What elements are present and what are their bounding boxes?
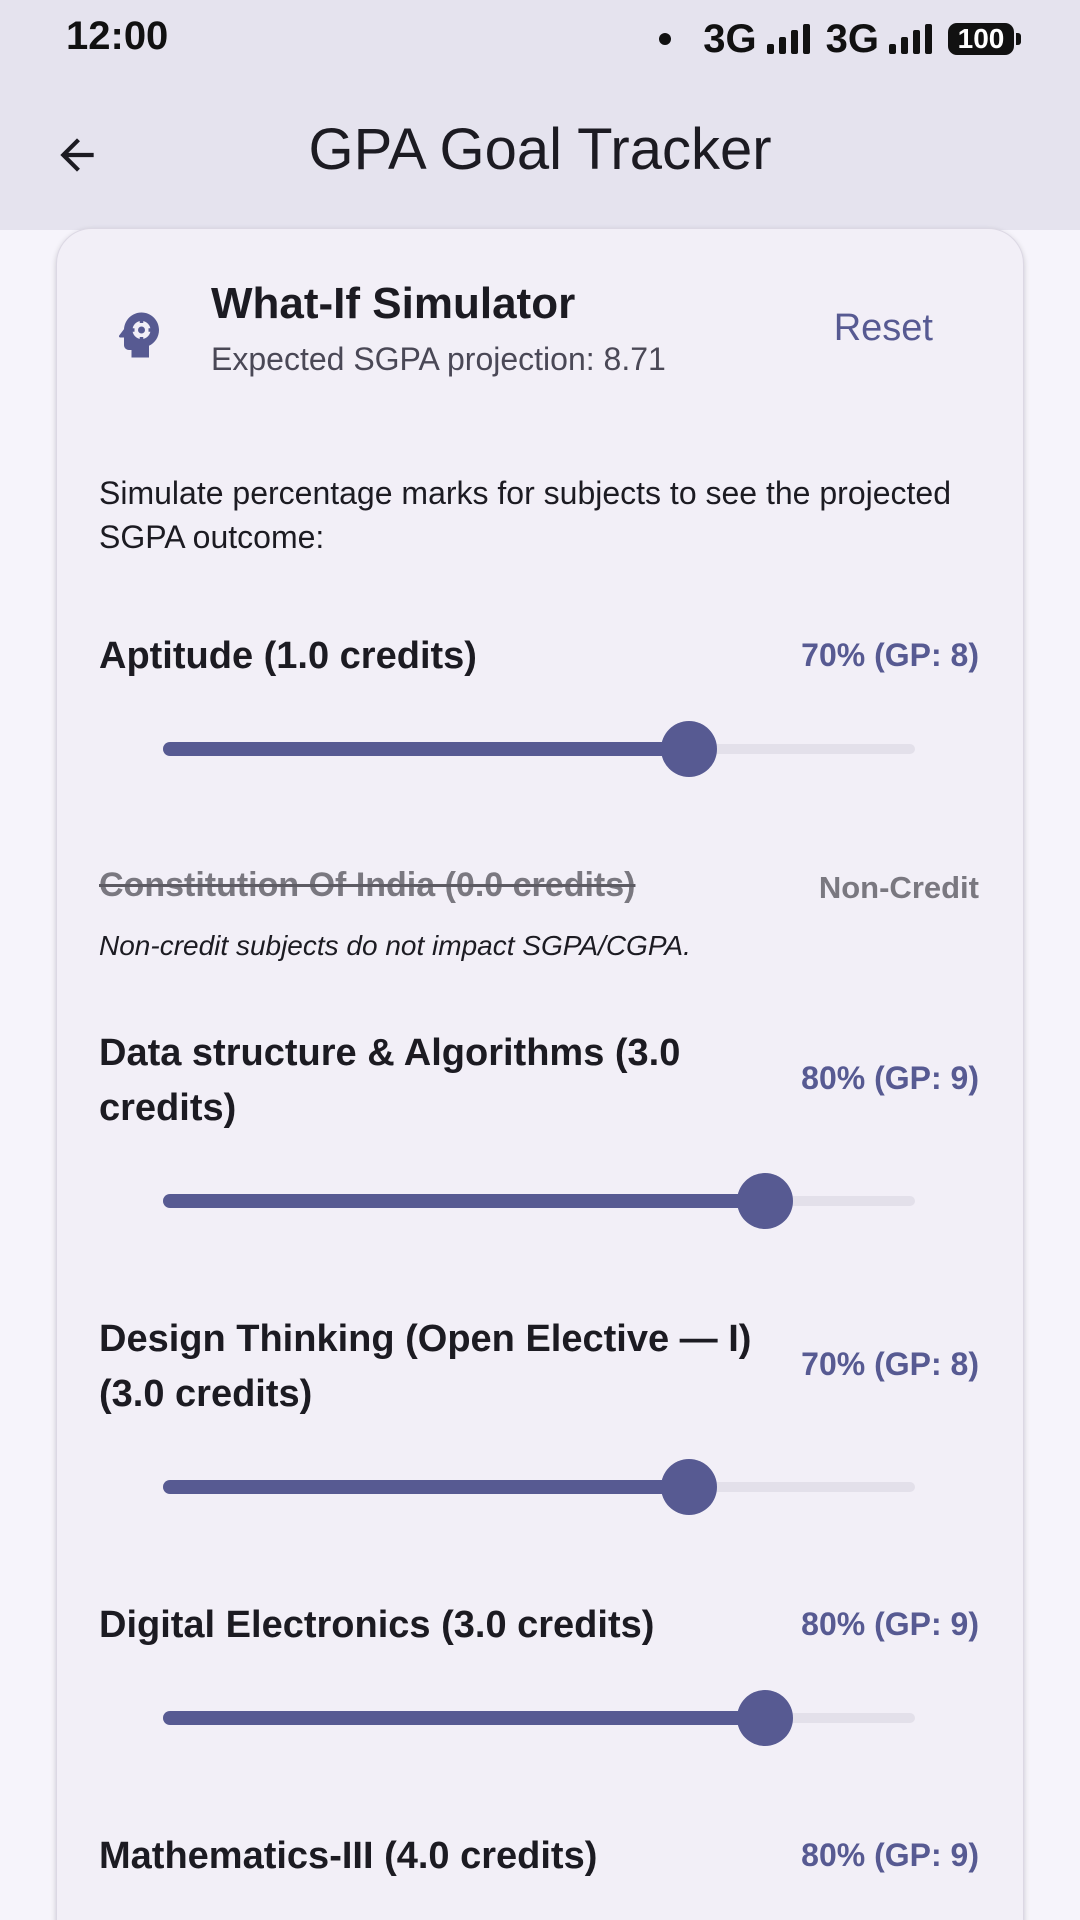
subject-name: Aptitude (1.0 credits) (99, 635, 477, 677)
slider-fill (163, 1711, 765, 1725)
status-bar: 12:00 3G 3G 100 (0, 0, 1080, 78)
marks-slider[interactable] (163, 1456, 915, 1516)
subject-value: 80% (GP: 9) (801, 1060, 979, 1096)
reset-button[interactable]: Reset (834, 307, 933, 350)
subject-name: Data structure & Algorithms (3.0 credits… (99, 1032, 681, 1129)
subject-value: 80% (GP: 9) (801, 1837, 979, 1873)
network-type-label: 3G (703, 16, 757, 61)
slider-thumb[interactable] (736, 1173, 793, 1229)
status-icons: 3G 3G 100 (659, 14, 1021, 64)
slider-fill (163, 742, 690, 756)
intro-text: Simulate percentage marks for subjects t… (99, 475, 951, 555)
sgpa-projection: Expected SGPA projection: 8.71 (211, 341, 666, 377)
slider-thumb[interactable] (661, 1459, 718, 1515)
subject-name: Mathematics-III (4.0 credits) (99, 1835, 598, 1877)
signal-icon (766, 24, 810, 54)
battery-level: 100 (957, 23, 1005, 54)
network-type-label-2: 3G (825, 16, 879, 61)
card-title: What-If Simulator (211, 279, 576, 328)
subject-name: Design Thinking (Open Elective — I) (3.0… (99, 1318, 752, 1415)
subject-name: Digital Electronics (3.0 credits) (99, 1604, 655, 1646)
head-gear-icon (118, 312, 159, 358)
what-if-simulator-card: What-If Simulator Expected SGPA projecti… (56, 228, 1024, 1920)
subject-value: 80% (GP: 9) (801, 1606, 979, 1642)
battery-icon: 100 (948, 23, 1021, 55)
marks-slider[interactable] (163, 1170, 915, 1230)
slider-fill (163, 1194, 765, 1208)
marks-slider[interactable] (163, 718, 915, 778)
non-credit-note: Non-credit subjects do not impact SGPA/C… (99, 930, 691, 961)
slider-fill (163, 1480, 690, 1494)
signal-icon-2 (889, 24, 932, 54)
subject-value: 70% (GP: 8) (801, 637, 979, 673)
marks-slider[interactable] (163, 1687, 915, 1747)
status-time: 12:00 (66, 14, 169, 58)
non-credit-badge: Non-Credit (818, 870, 979, 905)
slider-thumb[interactable] (661, 721, 718, 777)
app-bar: GPA Goal Tracker (0, 78, 1080, 230)
notification-dot-icon (659, 33, 672, 45)
slider-thumb[interactable] (736, 1690, 793, 1746)
subject-name-noncredit: Constitution Of India (0.0 credits) (99, 866, 636, 904)
page-title: GPA Goal Tracker (308, 117, 772, 182)
subject-value: 70% (GP: 8) (801, 1346, 979, 1382)
